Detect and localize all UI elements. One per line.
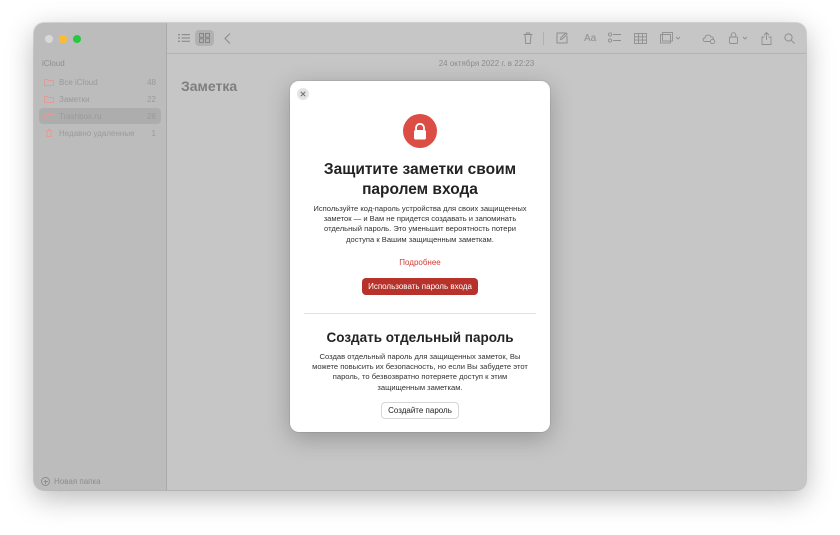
trash-icon <box>46 129 52 137</box>
folder-icon <box>44 96 54 103</box>
sidebar-item-trashbox[interactable]: Trashbox.ru 26 <box>39 108 161 124</box>
close-window-button[interactable] <box>45 35 53 43</box>
separate-password-description: Создав отдельный пароль для защищенных з… <box>312 352 528 392</box>
sidebar-section-title: iCloud <box>42 59 65 68</box>
gallery-view-icon <box>199 33 210 43</box>
window-controls <box>45 35 81 43</box>
toolbar: Aa <box>167 23 806 54</box>
list-view-icon[interactable] <box>178 31 190 45</box>
sidebar-item-count: 26 <box>147 111 156 121</box>
toolbar-divider <box>543 32 544 45</box>
sidebar-item-notes[interactable]: Заметки 22 <box>39 91 161 107</box>
collaborate-icon[interactable] <box>702 31 716 45</box>
folder-icon <box>44 113 54 120</box>
sidebar-item-label: Недавно удаленные <box>59 128 135 138</box>
folder-list: Все iCloud 48 Заметки 22 Trashbox.ru 26 … <box>39 74 161 142</box>
use-login-password-button[interactable]: Использовать пароль входа <box>362 278 478 295</box>
media-icon[interactable] <box>660 31 682 45</box>
gallery-view-button[interactable] <box>195 30 214 46</box>
create-password-button[interactable]: Создайте пароль <box>381 402 459 419</box>
sidebar-item-recently-deleted[interactable]: Недавно удаленные 1 <box>39 125 161 141</box>
trash-icon[interactable] <box>523 31 533 45</box>
sidebar-item-count: 1 <box>151 128 156 138</box>
back-icon[interactable] <box>224 31 231 45</box>
dialog-divider <box>304 313 536 314</box>
new-folder-button[interactable]: Новая папка <box>41 477 101 486</box>
learn-more-link[interactable]: Подробнее <box>290 258 550 267</box>
folder-icon <box>44 79 54 86</box>
compose-icon[interactable] <box>556 31 568 45</box>
sidebar-item-count: 48 <box>147 77 156 87</box>
close-icon <box>300 91 306 97</box>
dialog-title: Защитите заметки своим паролем входа <box>323 161 517 198</box>
lock-icon[interactable] <box>729 31 751 45</box>
sidebar-item-all-icloud[interactable]: Все iCloud 48 <box>39 74 161 90</box>
plus-circle-icon <box>41 477 50 486</box>
checklist-icon[interactable] <box>608 31 621 45</box>
lock-notes-dialog: Защитите заметки своим паролем входа Исп… <box>290 81 550 432</box>
sidebar-item-label: Все iCloud <box>59 77 98 87</box>
search-icon[interactable] <box>784 31 795 45</box>
zoom-window-button[interactable] <box>73 35 81 43</box>
sidebar-item-count: 22 <box>147 94 156 104</box>
minimize-window-button[interactable] <box>59 35 67 43</box>
dialog-description: Используйте код-пароль устройства для св… <box>313 204 527 244</box>
separate-password-title: Создать отдельный пароль <box>326 330 514 345</box>
note-date: 24 октября 2022 г. в 22:23 <box>438 59 535 68</box>
share-icon[interactable] <box>761 31 772 45</box>
lock-badge-icon <box>403 114 437 148</box>
format-icon[interactable]: Aa <box>584 31 596 45</box>
sidebar-item-label: Заметки <box>59 94 90 104</box>
note-title[interactable]: Заметка <box>181 78 237 94</box>
new-folder-label: Новая папка <box>54 477 101 486</box>
dialog-close-button[interactable] <box>297 88 309 100</box>
sidebar: iCloud Все iCloud 48 Заметки 22 Trashbox… <box>34 23 167 490</box>
table-icon[interactable] <box>634 31 647 45</box>
sidebar-item-label: Trashbox.ru <box>59 111 102 121</box>
